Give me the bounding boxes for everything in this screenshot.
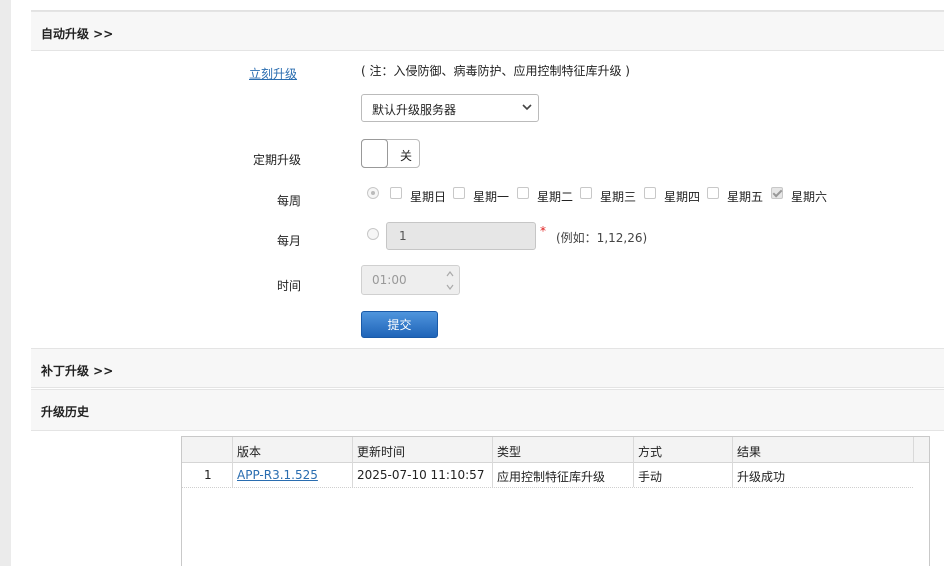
schedule-label: 定期升级 <box>252 153 301 167</box>
row-result: 升级成功 <box>737 470 786 484</box>
monthly-days-input[interactable]: 1 <box>386 222 536 250</box>
day-checkbox-mon[interactable] <box>453 187 465 199</box>
server-select[interactable]: 默认升级服务器 <box>361 94 539 122</box>
day-checkbox-sat[interactable] <box>771 187 783 199</box>
server-select-value: 默认升级服务器 <box>372 103 457 117</box>
day-checkbox-fri[interactable] <box>707 187 719 199</box>
day-label-tue: 星期二 <box>537 190 574 204</box>
column-header-result[interactable]: 结果 <box>737 443 761 460</box>
day-label-thu: 星期四 <box>664 190 701 204</box>
monthly-days-value: 1 <box>399 229 407 243</box>
history-table: 版本 更新时间 类型 方式 结果 1 APP-R3.1.525 2025-07-… <box>181 436 930 566</box>
weekly-label: 每周 <box>276 194 301 208</box>
time-spinner[interactable]: 01:00 <box>361 265 460 295</box>
patch-upgrade-title: 补丁升级 >> <box>41 364 114 378</box>
left-gutter <box>0 0 11 566</box>
toggle-knob <box>361 139 388 168</box>
column-header-time[interactable]: 更新时间 <box>357 443 405 460</box>
monthly-label: 每月 <box>276 234 301 248</box>
row-type: 应用控制特征库升级 <box>497 470 606 484</box>
chevron-down-icon[interactable] <box>445 282 455 292</box>
monthly-hint: (例如：1,12,26) <box>556 231 648 245</box>
column-header-method[interactable]: 方式 <box>638 443 662 460</box>
column-header-type[interactable]: 类型 <box>497 443 521 460</box>
toggle-state: 关 <box>400 149 413 163</box>
row-version-link[interactable]: APP-R3.1.525 <box>237 468 318 482</box>
day-label-sat: 星期六 <box>791 190 828 204</box>
day-checkbox-tue[interactable] <box>517 187 529 199</box>
required-mark: * <box>540 224 546 238</box>
history-title: 升级历史 <box>41 405 90 419</box>
schedule-toggle[interactable]: 关 <box>361 139 420 168</box>
time-label: 时间 <box>276 279 301 293</box>
day-label-fri: 星期五 <box>727 190 764 204</box>
auto-upgrade-title: 自动升级 >> <box>41 27 114 41</box>
chevron-up-icon[interactable] <box>445 269 455 279</box>
submit-button[interactable]: 提交 <box>361 311 438 338</box>
weekly-radio[interactable] <box>367 187 379 199</box>
patch-upgrade-header[interactable]: 补丁升级 >> <box>31 348 944 388</box>
upgrade-now-link[interactable]: 立刻升级 <box>249 67 297 81</box>
row-time: 2025-07-10 11:10:57 <box>357 468 485 482</box>
table-row[interactable]: 1 APP-R3.1.525 2025-07-10 11:10:57 应用控制特… <box>182 462 913 488</box>
row-index: 1 <box>204 468 212 482</box>
day-label-sun: 星期日 <box>410 190 447 204</box>
day-checkbox-sun[interactable] <box>390 187 402 199</box>
upgrade-note: ( 注：入侵防御、病毒防护、应用控制特征库升级 ) <box>361 64 630 78</box>
column-header-version[interactable]: 版本 <box>237 443 261 460</box>
history-header: 升级历史 <box>31 389 944 431</box>
day-label-wed: 星期三 <box>600 190 637 204</box>
row-method: 手动 <box>638 470 663 484</box>
day-label-mon: 星期一 <box>473 190 510 204</box>
column-divider <box>913 437 914 462</box>
day-checkbox-thu[interactable] <box>644 187 656 199</box>
time-value: 01:00 <box>372 273 407 287</box>
monthly-radio[interactable] <box>367 228 379 240</box>
auto-upgrade-header[interactable]: 自动升级 >> <box>31 11 944 51</box>
day-checkbox-wed[interactable] <box>580 187 592 199</box>
table-header: 版本 更新时间 类型 方式 结果 <box>182 437 929 463</box>
chevron-down-icon <box>522 104 532 111</box>
